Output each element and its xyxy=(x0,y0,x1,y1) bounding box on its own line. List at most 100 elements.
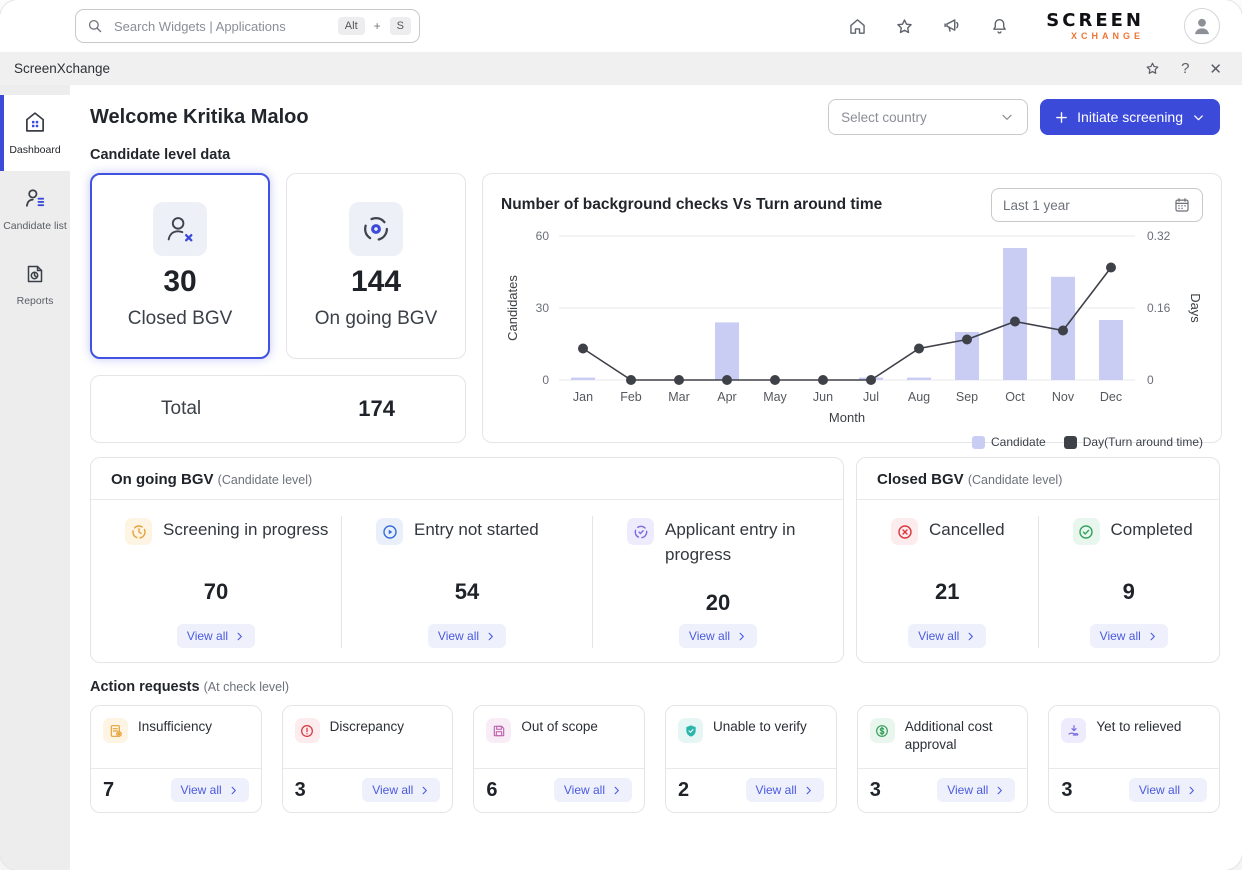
view-all-button[interactable]: View all xyxy=(177,624,255,648)
sidebar-item-dashboard[interactable]: Dashboard xyxy=(0,95,70,171)
candidate-list-icon xyxy=(22,185,48,215)
action-value: 3 xyxy=(870,779,881,802)
svg-text:0.16: 0.16 xyxy=(1147,301,1171,315)
legend-day-swatch xyxy=(1064,436,1077,449)
total-label: Total xyxy=(161,398,201,420)
svg-text:Candidates: Candidates xyxy=(505,275,520,341)
close-icon[interactable]: ✕ xyxy=(1209,60,1222,78)
ongoing-bgv-card[interactable]: 144 On going BGV xyxy=(286,173,466,359)
legend-day: Day(Turn around time) xyxy=(1064,435,1203,449)
action-card-additional-cost-approval: Additional cost approval 3 View all xyxy=(857,705,1029,813)
status-applicant-entry-in-progress: Applicant entry in progress 20 View all xyxy=(592,516,843,648)
hand-download-icon xyxy=(1061,718,1086,743)
svg-text:Aug: Aug xyxy=(908,390,930,404)
ongoing-bgv-value: 144 xyxy=(351,265,401,299)
closed-panel-title: Closed BGV (Candidate level) xyxy=(857,458,1219,500)
person-x-icon xyxy=(153,202,207,256)
svg-text:Apr: Apr xyxy=(717,390,736,404)
chevron-down-icon xyxy=(999,109,1015,125)
shortcut-key-s: S xyxy=(390,17,411,35)
pin-star-icon[interactable] xyxy=(1144,60,1161,77)
brand-logo: SCREEN XCHANGE xyxy=(1046,12,1144,41)
clock-icon xyxy=(125,518,152,545)
widget-title-bar: ScreenXchange ? ✕ xyxy=(0,52,1242,85)
view-all-button[interactable]: View all xyxy=(1090,624,1168,648)
closed-bgv-panel: Closed BGV (Candidate level) Cancelled 2 xyxy=(856,457,1220,663)
home-icon[interactable] xyxy=(847,16,868,37)
svg-text:60: 60 xyxy=(536,229,550,243)
date-range-select[interactable]: Last 1 year xyxy=(991,188,1203,222)
chevron-down-icon xyxy=(1191,110,1206,125)
dashboard-icon xyxy=(22,109,48,139)
app-window: Alt + S SCREEN XCHANGE xyxy=(0,0,1242,870)
ongoing-bgv-panel: On going BGV (Candidate level) Screening… xyxy=(90,457,844,663)
legend-candidate: Candidate xyxy=(972,435,1046,449)
x-circle-icon xyxy=(891,518,918,545)
status-value: 20 xyxy=(706,581,730,624)
view-all-button[interactable]: View all xyxy=(171,778,249,802)
svg-text:Days: Days xyxy=(1188,293,1203,323)
view-all-button[interactable]: View all xyxy=(937,778,1015,802)
main-content: Welcome Kritika Maloo Select country Ini… xyxy=(70,85,1242,870)
reports-icon xyxy=(23,262,47,290)
sidebar-item-label: Reports xyxy=(17,295,54,308)
action-card-out-of-scope: Out of scope 6 View all xyxy=(473,705,645,813)
view-all-button[interactable]: View all xyxy=(362,778,440,802)
svg-text:Mar: Mar xyxy=(668,390,690,404)
svg-text:Nov: Nov xyxy=(1052,390,1075,404)
status-completed: Completed 9 View all xyxy=(1038,516,1220,648)
status-screening-in-progress: Screening in progress 70 View all xyxy=(91,516,341,648)
save-x-icon xyxy=(486,718,511,743)
doc-alert-icon xyxy=(103,718,128,743)
svg-text:Jul: Jul xyxy=(863,390,879,404)
view-all-button[interactable]: View all xyxy=(554,778,632,802)
svg-text:0.32: 0.32 xyxy=(1147,229,1171,243)
page-title: Welcome Kritika Maloo xyxy=(90,106,309,129)
sidebar: Dashboard Candidate list Reports xyxy=(0,85,70,870)
favorites-star-icon[interactable] xyxy=(894,16,915,37)
svg-text:Feb: Feb xyxy=(620,390,642,404)
sidebar-item-candidate-list[interactable]: Candidate list xyxy=(0,171,70,247)
status-value: 21 xyxy=(935,559,959,624)
user-avatar[interactable] xyxy=(1184,8,1220,44)
search-input[interactable] xyxy=(112,18,330,35)
initiate-screening-label: Initiate screening xyxy=(1077,109,1183,125)
notifications-bell-icon[interactable] xyxy=(989,16,1010,37)
action-value: 6 xyxy=(486,779,497,802)
chart-card: Number of background checks Vs Turn arou… xyxy=(482,173,1222,443)
shortcut-plus: + xyxy=(374,19,381,33)
action-card-discrepancy: Discrepancy 3 View all xyxy=(282,705,454,813)
top-bar: Alt + S SCREEN XCHANGE xyxy=(0,0,1242,52)
announcements-icon[interactable] xyxy=(941,15,963,37)
view-all-button[interactable]: View all xyxy=(679,624,757,648)
global-search[interactable]: Alt + S xyxy=(75,9,420,43)
view-all-button[interactable]: View all xyxy=(428,624,506,648)
status-value: 70 xyxy=(204,559,228,624)
svg-text:0: 0 xyxy=(1147,373,1154,387)
section-candidate-level-data: Candidate level data xyxy=(90,147,1220,163)
brand-logo-line2: XCHANGE xyxy=(1046,32,1144,41)
initiate-screening-button[interactable]: Initiate screening xyxy=(1040,99,1220,135)
plus-icon xyxy=(1054,110,1069,125)
sidebar-item-label: Dashboard xyxy=(9,144,60,157)
total-value: 174 xyxy=(358,396,395,422)
brand-logo-line1: SCREEN xyxy=(1046,12,1144,30)
closed-bgv-card[interactable]: 30 Closed BGV xyxy=(90,173,270,359)
sidebar-item-reports[interactable]: Reports xyxy=(0,247,70,323)
svg-text:Sep: Sep xyxy=(956,390,978,404)
status-entry-not-started: Entry not started 54 View all xyxy=(341,516,592,648)
country-select[interactable]: Select country xyxy=(828,99,1028,135)
view-all-button[interactable]: View all xyxy=(746,778,824,802)
action-card-unable-to-verify: Unable to verify 2 View all xyxy=(665,705,837,813)
help-icon[interactable]: ? xyxy=(1181,60,1189,77)
view-all-button[interactable]: View all xyxy=(908,624,986,648)
view-all-button[interactable]: View all xyxy=(1129,778,1207,802)
search-icon xyxy=(86,17,104,35)
sync-check-icon xyxy=(627,518,654,545)
svg-text:Jan: Jan xyxy=(573,390,593,404)
closed-bgv-value: 30 xyxy=(163,265,196,299)
sidebar-item-label: Candidate list xyxy=(3,220,67,233)
dollar-circle-icon xyxy=(870,718,895,743)
widget-title: ScreenXchange xyxy=(14,61,110,76)
svg-text:Oct: Oct xyxy=(1005,390,1025,404)
